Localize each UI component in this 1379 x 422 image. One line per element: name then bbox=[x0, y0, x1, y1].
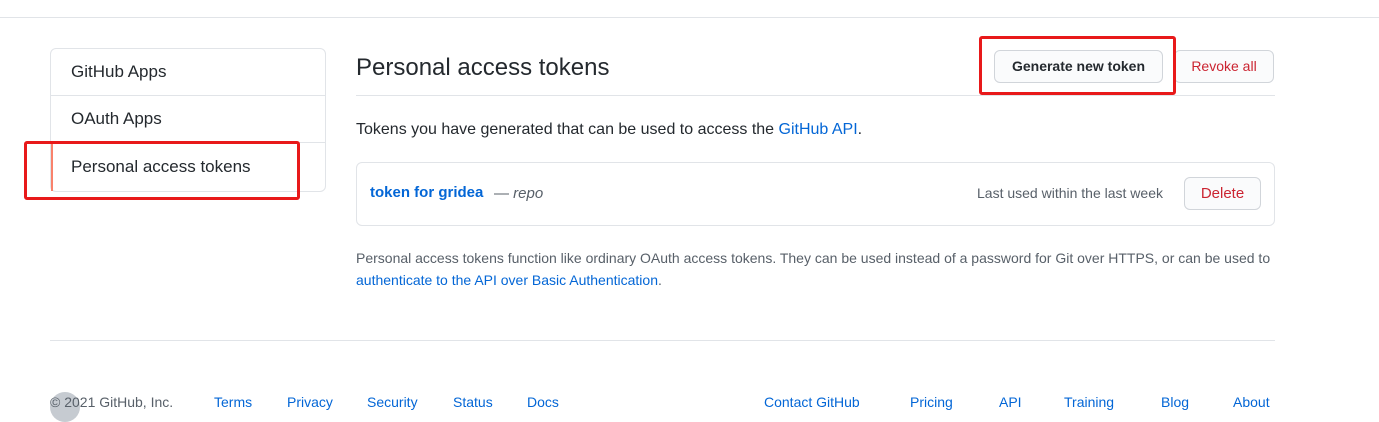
footer-link-training[interactable]: Training bbox=[1064, 392, 1114, 412]
token-last-used: Last used within the last week bbox=[977, 185, 1163, 201]
revoke-all-button[interactable]: Revoke all bbox=[1174, 50, 1274, 83]
sidebar-item-oauth-apps[interactable]: OAuth Apps bbox=[51, 96, 325, 143]
github-api-link[interactable]: GitHub API bbox=[779, 121, 858, 138]
sidebar-item-label: OAuth Apps bbox=[71, 109, 162, 128]
footer-link-api[interactable]: API bbox=[999, 392, 1022, 412]
header-divider bbox=[0, 17, 1379, 18]
title-divider bbox=[356, 95, 1275, 96]
description-suffix: . bbox=[857, 121, 863, 138]
basic-auth-link[interactable]: authenticate to the API over Basic Authe… bbox=[356, 272, 658, 288]
sidebar-item-label: GitHub Apps bbox=[71, 62, 167, 81]
settings-sidebar: GitHub Apps OAuth Apps Personal access t… bbox=[50, 48, 326, 192]
footer-divider bbox=[50, 340, 1275, 341]
tokens-note: Personal access tokens function like ord… bbox=[356, 247, 1276, 291]
page-title: Personal access tokens bbox=[356, 54, 610, 81]
footer-link-security[interactable]: Security bbox=[367, 392, 418, 412]
footer-link-docs[interactable]: Docs bbox=[527, 392, 559, 412]
footer: © 2021 GitHub, Inc. Terms Privacy Securi… bbox=[50, 392, 1275, 422]
footer-copyright: © 2021 GitHub, Inc. bbox=[50, 394, 174, 410]
footer-link-blog[interactable]: Blog bbox=[1161, 392, 1189, 412]
tokens-description: Tokens you have generated that can be us… bbox=[356, 119, 862, 141]
footer-link-terms[interactable]: Terms bbox=[214, 392, 252, 412]
delete-token-button[interactable]: Delete bbox=[1184, 177, 1261, 210]
description-text: Tokens you have generated that can be us… bbox=[356, 121, 779, 138]
footer-link-pricing[interactable]: Pricing bbox=[910, 392, 953, 412]
footer-link-status[interactable]: Status bbox=[453, 392, 493, 412]
footer-link-about[interactable]: About bbox=[1233, 392, 1270, 412]
token-scope-value: repo bbox=[513, 185, 544, 202]
sidebar-item-github-apps[interactable]: GitHub Apps bbox=[51, 49, 325, 96]
footer-link-contact[interactable]: Contact GitHub bbox=[764, 392, 860, 412]
note-suffix: . bbox=[657, 272, 662, 288]
token-scope: — repo bbox=[494, 185, 543, 202]
token-separator: — bbox=[494, 185, 514, 202]
generate-new-token-button[interactable]: Generate new token bbox=[994, 50, 1163, 83]
sidebar-item-personal-access-tokens[interactable]: Personal access tokens bbox=[51, 143, 325, 191]
footer-link-privacy[interactable]: Privacy bbox=[287, 392, 333, 412]
token-list-item: token for gridea — repo Last used within… bbox=[356, 162, 1275, 226]
sidebar-item-label: Personal access tokens bbox=[71, 157, 251, 176]
token-name-link[interactable]: token for gridea bbox=[370, 184, 483, 201]
note-text: Personal access tokens function like ord… bbox=[356, 250, 1271, 266]
